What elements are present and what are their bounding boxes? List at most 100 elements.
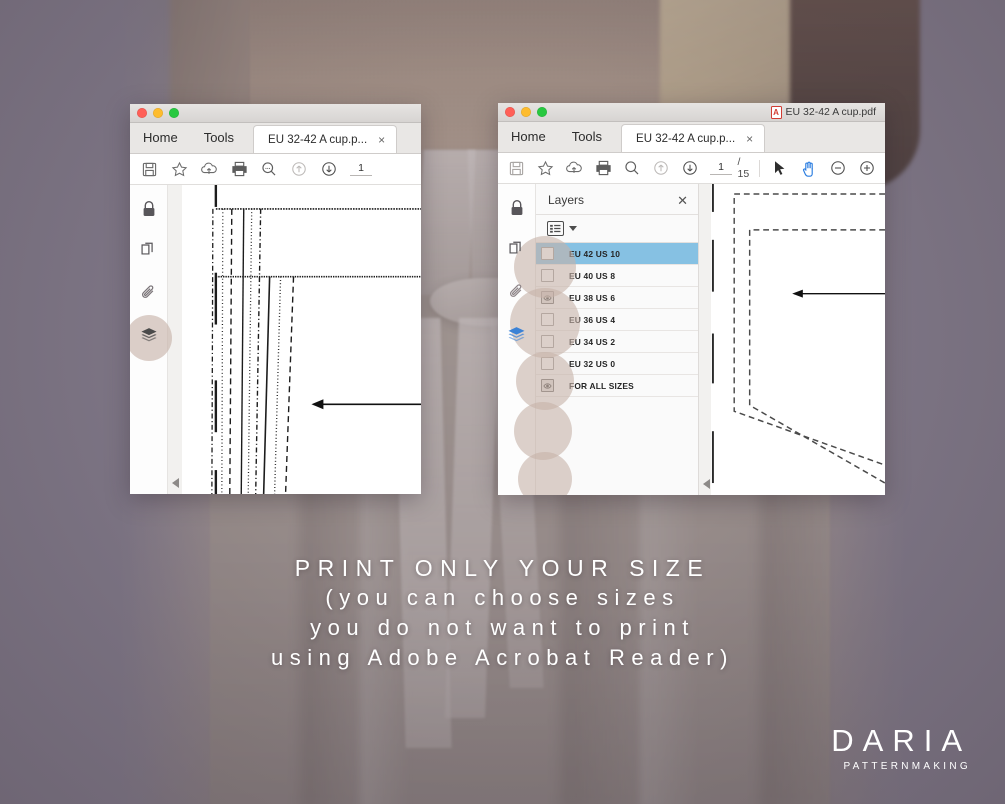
close-icon[interactable]: × bbox=[746, 133, 753, 145]
pages-icon[interactable] bbox=[505, 238, 529, 262]
layer-row[interactable]: EU 34 US 2 bbox=[536, 331, 698, 353]
star-icon[interactable] bbox=[531, 154, 560, 182]
left-window-titlebar[interactable] bbox=[130, 104, 421, 123]
window-filename: A EU 32-42 A cup.pdf bbox=[770, 105, 878, 119]
window-filename-label: EU 32-42 A cup.pdf bbox=[785, 106, 876, 118]
right-body: Layers ✕ EU 42 US 10 EU 40 US 8 EU 38 US 6… bbox=[498, 184, 885, 495]
right-page-control[interactable]: 1 / 15 bbox=[710, 156, 754, 180]
tab-tools[interactable]: Tools bbox=[559, 121, 615, 152]
caption-line-1: PRINT ONLY YOUR SIZE bbox=[294, 555, 711, 581]
print-icon[interactable] bbox=[589, 154, 618, 182]
hand-tool-icon[interactable] bbox=[794, 154, 823, 182]
left-page-control[interactable]: 1 bbox=[350, 162, 372, 176]
scroll-left-arrow[interactable] bbox=[703, 479, 710, 489]
layer-row[interactable]: EU 40 US 8 bbox=[536, 265, 698, 287]
tab-document-label: EU 32-42 A cup.p... bbox=[636, 132, 736, 145]
layers-list[interactable]: EU 42 US 10 EU 40 US 8 EU 38 US 6 EU 36 US … bbox=[536, 243, 698, 495]
visibility-checkbox[interactable] bbox=[541, 269, 554, 282]
cloud-upload-icon[interactable] bbox=[194, 155, 224, 183]
tab-tools[interactable]: Tools bbox=[191, 122, 247, 153]
brand-logo: DARIA PATTERNMAKING bbox=[831, 725, 971, 772]
layer-row[interactable]: EU 36 US 4 bbox=[536, 309, 698, 331]
close-button[interactable] bbox=[137, 108, 147, 118]
star-icon[interactable] bbox=[164, 155, 194, 183]
layers-icon[interactable] bbox=[137, 323, 161, 347]
save-icon[interactable] bbox=[502, 154, 531, 182]
right-acrobat-window[interactable]: A EU 32-42 A cup.pdf Home Tools EU 32-42… bbox=[498, 103, 885, 495]
layer-name: EU 36 US 4 bbox=[569, 314, 616, 325]
minimize-button[interactable] bbox=[521, 107, 531, 117]
left-body bbox=[130, 185, 421, 494]
attachment-icon[interactable] bbox=[505, 280, 529, 304]
zoom-in-icon[interactable] bbox=[852, 154, 881, 182]
minimize-button[interactable] bbox=[153, 108, 163, 118]
left-traffic-lights[interactable] bbox=[137, 108, 179, 118]
layers-panel-header: Layers ✕ bbox=[536, 184, 698, 215]
lock-icon[interactable] bbox=[137, 197, 161, 221]
layer-row[interactable]: EU 32 US 0 bbox=[536, 353, 698, 375]
eye-icon[interactable] bbox=[541, 379, 554, 392]
right-sidebar[interactable] bbox=[498, 184, 536, 495]
visibility-checkbox[interactable] bbox=[541, 247, 554, 260]
layers-icon[interactable] bbox=[505, 322, 529, 346]
list-options-icon[interactable] bbox=[547, 221, 564, 236]
tab-home[interactable]: Home bbox=[498, 121, 559, 152]
right-traffic-lights[interactable] bbox=[505, 107, 547, 117]
tab-document[interactable]: EU 32-42 A cup.p... × bbox=[621, 124, 766, 152]
zoom-out-icon[interactable] bbox=[823, 154, 852, 182]
right-tabbar[interactable]: Home Tools EU 32-42 A cup.p... × bbox=[498, 122, 885, 153]
next-page-icon[interactable] bbox=[676, 154, 705, 182]
visibility-checkbox[interactable] bbox=[541, 313, 554, 326]
page-number-input[interactable]: 1 bbox=[350, 162, 372, 176]
right-pdf-view[interactable] bbox=[699, 184, 885, 495]
pdf-file-icon: A bbox=[770, 105, 782, 119]
layer-name: EU 34 US 2 bbox=[569, 336, 616, 347]
zoom-icon[interactable] bbox=[618, 154, 647, 182]
left-acrobat-window[interactable]: Home Tools EU 32-42 A cup.p... × 1 bbox=[130, 104, 421, 494]
layer-row[interactable]: FOR ALL SIZES bbox=[536, 375, 698, 397]
print-icon[interactable] bbox=[224, 155, 254, 183]
previous-page-icon[interactable] bbox=[647, 154, 676, 182]
lock-icon[interactable] bbox=[505, 196, 529, 220]
caption-block: PRINT ONLY YOUR SIZE (you can choose siz… bbox=[0, 553, 1005, 673]
layer-name: EU 42 US 10 bbox=[569, 248, 621, 259]
save-icon[interactable] bbox=[134, 155, 164, 183]
scroll-left-arrow[interactable] bbox=[172, 478, 179, 488]
right-toolbar[interactable]: 1 / 15 bbox=[498, 153, 885, 184]
chevron-down-icon[interactable] bbox=[569, 226, 577, 231]
caption-line-2: (you can choose sizes bbox=[325, 585, 680, 610]
select-tool-icon[interactable] bbox=[765, 154, 794, 182]
page-total-label: / 15 bbox=[737, 156, 750, 180]
zoom-button[interactable] bbox=[537, 107, 547, 117]
layers-panel-toolbar[interactable] bbox=[536, 215, 698, 243]
left-pdf-view[interactable] bbox=[168, 185, 421, 494]
left-tabbar[interactable]: Home Tools EU 32-42 A cup.p... × bbox=[130, 123, 421, 154]
layers-panel[interactable]: Layers ✕ EU 42 US 10 EU 40 US 8 EU 38 US 6… bbox=[510, 184, 699, 495]
right-window-titlebar[interactable]: A EU 32-42 A cup.pdf bbox=[498, 103, 885, 122]
close-icon[interactable]: × bbox=[378, 134, 385, 146]
pages-icon[interactable] bbox=[137, 239, 161, 263]
next-page-icon[interactable] bbox=[314, 155, 344, 183]
attachment-icon[interactable] bbox=[137, 281, 161, 305]
page-number-input[interactable]: 1 bbox=[710, 161, 732, 175]
layer-row[interactable]: EU 38 US 6 bbox=[536, 287, 698, 309]
pattern-drawing-selected-sizes bbox=[711, 184, 885, 484]
previous-page-icon[interactable] bbox=[284, 155, 314, 183]
caption-line-3: you do not want to print bbox=[310, 615, 695, 640]
zoom-button[interactable] bbox=[169, 108, 179, 118]
tab-home[interactable]: Home bbox=[130, 122, 191, 153]
tab-document[interactable]: EU 32-42 A cup.p... × bbox=[253, 125, 398, 153]
close-button[interactable] bbox=[505, 107, 515, 117]
left-sidebar[interactable] bbox=[130, 185, 172, 494]
visibility-checkbox[interactable] bbox=[541, 335, 554, 348]
caption-line-4: using Adobe Acrobat Reader) bbox=[271, 645, 734, 670]
close-icon[interactable]: ✕ bbox=[677, 194, 688, 207]
layer-name: EU 40 US 8 bbox=[569, 270, 616, 281]
zoom-icon[interactable] bbox=[254, 155, 284, 183]
layer-row[interactable]: EU 42 US 10 bbox=[536, 243, 698, 265]
eye-icon[interactable] bbox=[541, 291, 554, 304]
left-toolbar[interactable]: 1 bbox=[130, 154, 421, 185]
visibility-checkbox[interactable] bbox=[541, 357, 554, 370]
cloud-upload-icon[interactable] bbox=[560, 154, 589, 182]
right-pdf-page bbox=[711, 184, 885, 495]
